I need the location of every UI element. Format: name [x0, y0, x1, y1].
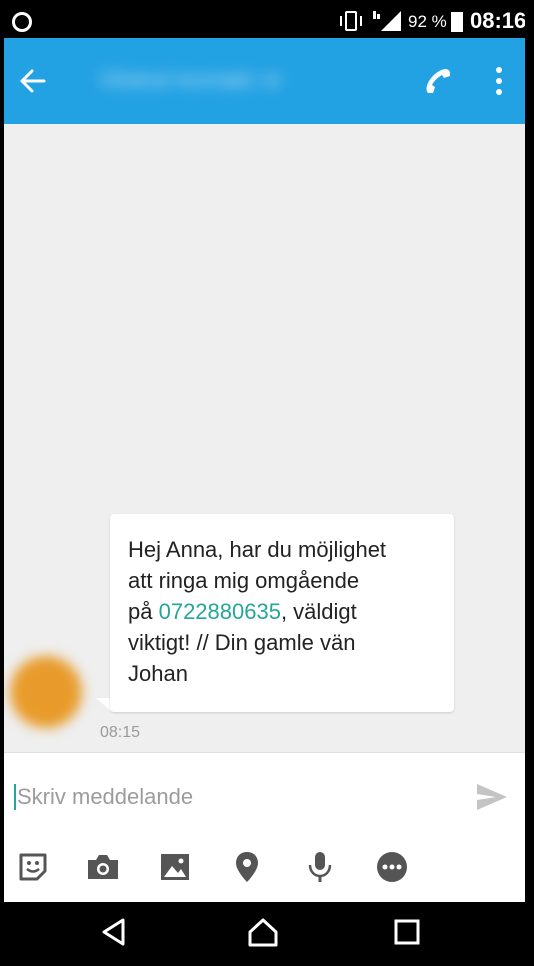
navigation-bar: [4, 902, 525, 962]
message-timestamp: 08:15: [100, 724, 141, 741]
notification-ring-icon: [12, 12, 32, 32]
back-arrow-icon[interactable]: [18, 66, 48, 96]
more-vert-icon[interactable]: [492, 65, 506, 97]
battery-icon: [451, 12, 463, 32]
text-cursor: [14, 784, 16, 810]
message-line: Hej Anna, har du möjlighet: [128, 537, 387, 562]
recents-icon[interactable]: [390, 915, 424, 949]
more-options-icon[interactable]: [374, 849, 410, 885]
message-line-suffix: , väldigt: [280, 599, 357, 624]
message-line-prefix: på: [128, 599, 159, 624]
avatar[interactable]: [10, 656, 82, 728]
message-line: Johan: [128, 661, 188, 686]
clock: 08:16: [470, 8, 525, 33]
composer: Skriv meddelande: [4, 752, 525, 903]
send-icon[interactable]: [474, 781, 510, 813]
microphone-icon[interactable]: [302, 849, 338, 885]
message-text: Hej Anna, har du möjlighet att ringa mig…: [128, 534, 438, 689]
home-icon[interactable]: [246, 915, 280, 949]
conversation-area: Hej Anna, har du möjlighet att ringa mig…: [4, 124, 525, 752]
back-triangle-icon[interactable]: [97, 915, 131, 949]
sticker-icon[interactable]: [15, 849, 51, 885]
message-bubble[interactable]: Hej Anna, har du möjlighet att ringa mig…: [110, 514, 454, 712]
camera-icon[interactable]: [85, 849, 121, 885]
vibrate-icon: [340, 11, 362, 31]
location-icon[interactable]: [229, 849, 265, 885]
contact-name[interactable]: Okänd kontakt nr: [100, 62, 312, 98]
message-input-placeholder: Skriv meddelande: [17, 784, 194, 809]
phone-icon[interactable]: [422, 65, 454, 97]
gallery-icon[interactable]: [157, 849, 193, 885]
message-line: viktigt! // Din gamle vän: [128, 630, 356, 655]
message-line: på 0722880635, väldigt: [128, 596, 438, 627]
phone-screen: 92 % 08:16 Okänd kontakt nr Hej Anna, ha…: [4, 4, 525, 962]
battery-percent: 92 %: [408, 12, 447, 31]
app-bar: Okänd kontakt nr: [4, 38, 525, 124]
message-input[interactable]: Skriv meddelande: [14, 777, 454, 817]
status-bar: 92 % 08:16: [4, 4, 525, 38]
message-line: att ringa mig omgående: [128, 568, 360, 593]
phone-number-link[interactable]: 0722880635: [159, 599, 281, 624]
signal-icon: [373, 11, 401, 31]
